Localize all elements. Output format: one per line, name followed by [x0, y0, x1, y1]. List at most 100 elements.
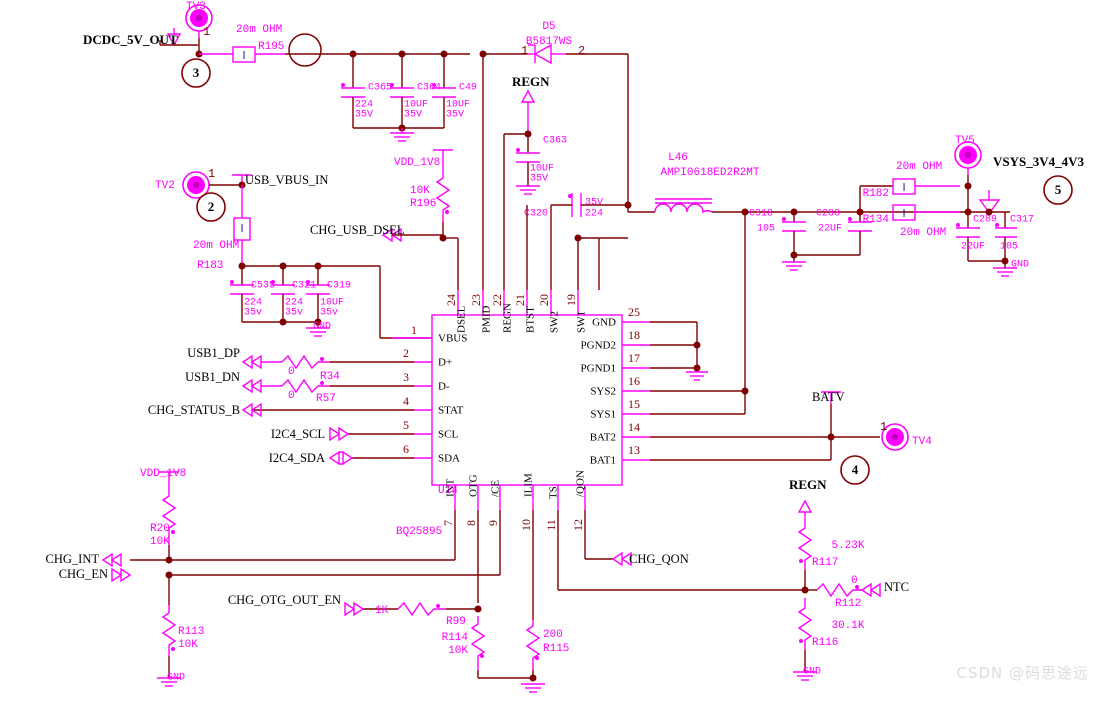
ic-pin-14-num: 14 [628, 420, 640, 434]
ic-pin-24-name: DSEL [456, 305, 468, 333]
page-ref-5-text: 5 [1055, 182, 1062, 197]
port-chg-int[interactable] [101, 552, 122, 568]
ic-pin-23-num: 23 [469, 294, 483, 306]
ic-pin-5-name: SCL [438, 429, 458, 441]
ground-symbol [686, 371, 708, 381]
test-point-tv5[interactable] [954, 141, 982, 186]
port-usb1-dp-label: USB1_DP [187, 346, 240, 360]
test-point-tv4-label: TV4 [912, 436, 932, 448]
ic-pin-8-name: OTG [468, 474, 480, 497]
ic-pin-9-num: 9 [486, 520, 500, 526]
ic-pin-12-num: 12 [571, 519, 585, 531]
resistor-R182[interactable]: I [892, 178, 960, 195]
ic-pin-13-BAT1[interactable] [622, 437, 832, 461]
resistor-R117-value: 5.23K [831, 540, 864, 552]
capacitor-C321-ref: C321 [292, 281, 316, 292]
resistor-R20-value: 10K [150, 536, 170, 548]
capacitor-C318-ref: C318 [749, 209, 773, 220]
ic-pin-19-name: SW1 [576, 311, 588, 333]
resistor-R183-ref: R183 [197, 260, 223, 272]
junction-dot [529, 674, 537, 682]
ic-pin-21-num: 21 [513, 294, 527, 306]
ic-part-number: BQ25895 [396, 526, 442, 538]
ic-pin-11-num: 11 [544, 519, 558, 531]
ic-pin-15-num: 15 [628, 397, 640, 411]
capacitor-C363-voltage: 35V [530, 174, 548, 185]
ic-pin-19-num: 19 [564, 294, 578, 306]
ic-pin-13-name: BAT1 [590, 455, 616, 467]
capacitor-C320-value: 224 [585, 209, 603, 220]
port-chg-en[interactable] [111, 567, 132, 583]
test-point-tv3-label: TV3 [186, 1, 206, 13]
capacitor-C319-voltage: 35v [320, 308, 338, 319]
resistor-R113-ref: R113 [178, 626, 204, 638]
ic-pin-15-SYS1[interactable] [622, 391, 746, 415]
net-marker-circle [288, 33, 322, 67]
diode-D5-pin2: 2 [578, 44, 585, 58]
port-ntc[interactable] [860, 582, 881, 598]
resistor-R114[interactable] [470, 616, 486, 670]
ic-pin-11-TS[interactable] [557, 485, 805, 591]
resistor-R113[interactable] [161, 575, 177, 656]
resistor-R115[interactable] [525, 620, 541, 670]
ic-pin-10-name: ILIM [523, 473, 535, 497]
ic-pin-7-INT[interactable] [130, 485, 456, 561]
capacitor-C365-ref: C365 [368, 83, 392, 94]
capacitor-C289-value: 22UF [961, 242, 985, 253]
ic-pin-11-name: TS [548, 486, 560, 499]
resistor-R195-ref: R195 [258, 41, 284, 53]
capacitor-C317-value: 105 [1000, 242, 1018, 253]
resistor-R114-value: 10K [448, 645, 468, 657]
capacitor-C363-ref: C363 [543, 136, 567, 147]
resistor-R116[interactable] [797, 598, 813, 650]
ic-pin-6-name: SDA [438, 453, 460, 465]
ic-pin-6-SDA[interactable] [328, 450, 432, 466]
resistor-R134[interactable]: I [892, 204, 960, 221]
ground-label: GND [1011, 260, 1029, 271]
resistor-R116-ref: R116 [812, 637, 838, 649]
ic-pin-5-SCL[interactable] [329, 426, 432, 442]
ic-pin-5-num: 5 [403, 418, 409, 432]
ic-pin-17-name: PGND1 [581, 363, 616, 375]
resistor-R34-value: 0 [288, 366, 295, 378]
resistor-R134-value: 20m OHM [900, 227, 946, 239]
diode-D5-part: B5817WS [526, 36, 573, 48]
svg-text:I: I [242, 50, 245, 61]
capacitor-C365-voltage: 35V [355, 110, 373, 121]
ic-pin-21-name: BTST [525, 306, 537, 333]
resistor-R134-ref: R134 [863, 214, 890, 226]
ic-pin-15-name: SYS1 [590, 409, 616, 421]
inductor-L46-part: AMPI0618ED2R2MT [660, 167, 759, 179]
ic-pin-9-CE[interactable] [168, 485, 501, 576]
port-usb1-dn[interactable] [241, 378, 282, 394]
resistor-R117[interactable] [797, 520, 813, 570]
resistor-R99-value: 1K [375, 605, 389, 617]
junction-dot [624, 201, 632, 209]
resistor-R196[interactable] [435, 162, 451, 222]
port-usb1-dp[interactable] [241, 354, 282, 370]
resistor-R57-ref: R57 [316, 393, 336, 405]
resistor-R34-ref: R34 [320, 371, 340, 383]
ic-pin-6-num: 6 [403, 442, 409, 456]
net-label-regn-bottom [797, 499, 813, 520]
diode-D5-ref: D5 [542, 21, 555, 33]
ic-pin-8-num: 8 [464, 520, 478, 526]
ic-pin-12-QON[interactable] [584, 485, 632, 567]
net-label-dcdc5v-text: DCDC_5V_OUT [83, 32, 178, 47]
net-label-regn-top-text: REGN [512, 74, 550, 89]
capacitor-C289-ref: C289 [973, 215, 997, 226]
ic-pin-16-num: 16 [628, 374, 640, 388]
ic-pin-22-name: REGN [502, 303, 514, 333]
resistor-R99[interactable] [397, 601, 478, 617]
capacitor-C318[interactable] [782, 212, 806, 255]
ic-pin-13-num: 13 [628, 443, 640, 457]
schematic-sheet: .w{stroke:#800000;stroke-width:1.4;fill:… [0, 0, 1099, 701]
resistor-R20-ref: R20 [150, 523, 170, 535]
ic-pin-1-name: VBUS [438, 333, 467, 345]
port-chg-otg-out-en[interactable] [344, 601, 398, 617]
port-i2c4-scl-label: I2C4_SCL [271, 427, 325, 441]
ground-symbol [390, 128, 414, 142]
resistor-R196-value: 10K [410, 185, 430, 197]
ic-pin-18-num: 18 [628, 328, 640, 342]
test-point-tv2-label: TV2 [155, 180, 175, 192]
